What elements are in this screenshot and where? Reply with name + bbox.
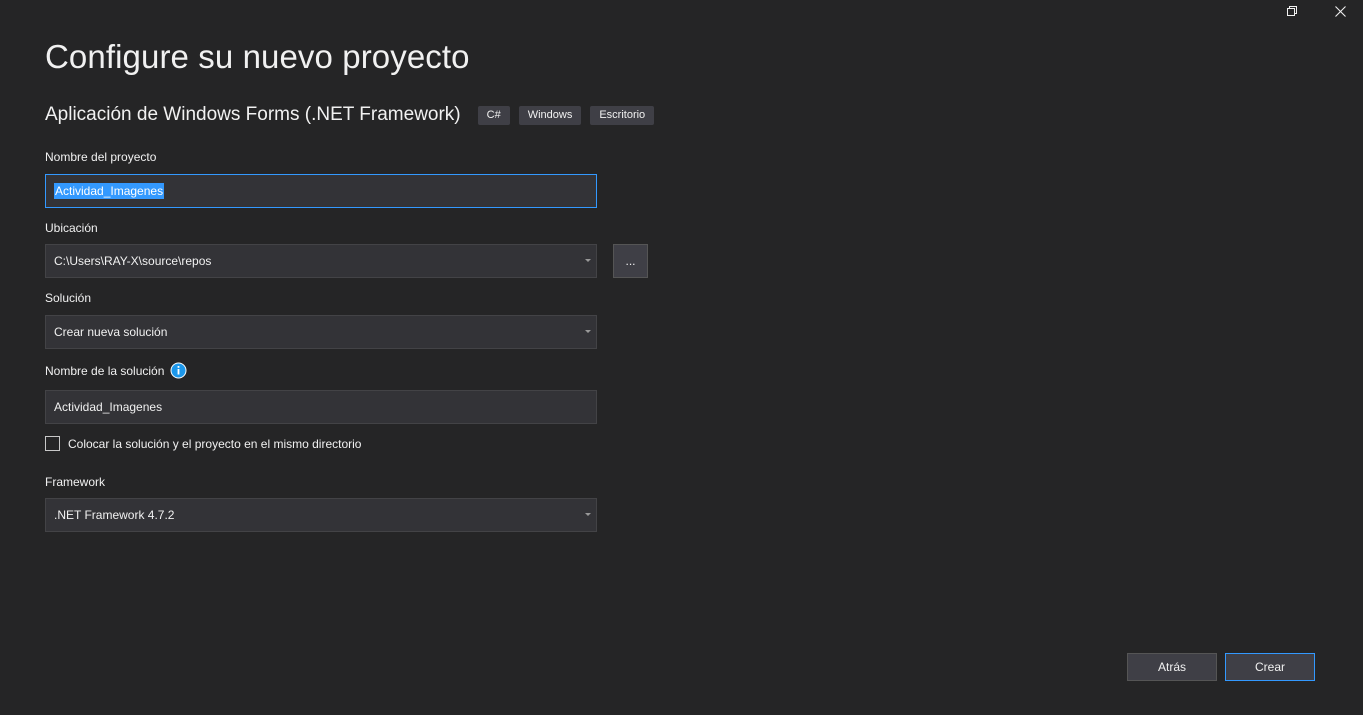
location-label: Ubicación (45, 221, 98, 235)
location-value: C:\Users\RAY-X\source\repos (54, 254, 212, 268)
chevron-down-icon (585, 259, 591, 262)
tag-language: C# (477, 105, 510, 125)
project-name-input[interactable]: Actividad_Imagenes (45, 174, 597, 208)
chevron-down-icon (585, 330, 591, 333)
solution-name-label: Nombre de la solución (45, 363, 165, 378)
tag-project-type: Escritorio (590, 105, 655, 125)
info-icon[interactable] (170, 362, 187, 379)
project-name-label: Nombre del proyecto (45, 150, 157, 164)
solution-name-value: Actividad_Imagenes (54, 400, 163, 414)
project-name-value: Actividad_Imagenes (54, 183, 165, 199)
solution-name-input[interactable]: Actividad_Imagenes (45, 390, 597, 424)
chevron-down-icon (585, 513, 591, 516)
location-combobox[interactable]: C:\Users\RAY-X\source\repos (45, 244, 597, 278)
solution-name-label-row: Nombre de la solución (45, 362, 187, 379)
browse-location-button[interactable]: ... (613, 244, 648, 278)
tag-platform: Windows (518, 105, 582, 125)
template-name: Aplicación de Windows Forms (.NET Framew… (45, 104, 461, 125)
same-directory-checkbox[interactable] (45, 436, 60, 451)
framework-label: Framework (45, 475, 106, 489)
page-title: Configure su nuevo proyecto (45, 38, 470, 75)
template-summary: Aplicación de Windows Forms (.NET Framew… (45, 104, 663, 126)
same-directory-option[interactable]: Colocar la solución y el proyecto en el … (45, 436, 361, 451)
back-button[interactable]: Atrás (1127, 653, 1217, 681)
framework-value: .NET Framework 4.7.2 (54, 508, 175, 522)
solution-value: Crear nueva solución (54, 325, 168, 339)
create-button[interactable]: Crear (1225, 653, 1315, 681)
close-icon (1334, 4, 1346, 22)
solution-dropdown[interactable]: Crear nueva solución (45, 315, 597, 349)
close-window-button[interactable] (1330, 4, 1350, 22)
restore-icon (1286, 4, 1298, 22)
framework-dropdown[interactable]: .NET Framework 4.7.2 (45, 498, 597, 532)
restore-window-button[interactable] (1282, 4, 1302, 22)
solution-label: Solución (45, 291, 92, 305)
same-directory-label[interactable]: Colocar la solución y el proyecto en el … (68, 437, 361, 451)
